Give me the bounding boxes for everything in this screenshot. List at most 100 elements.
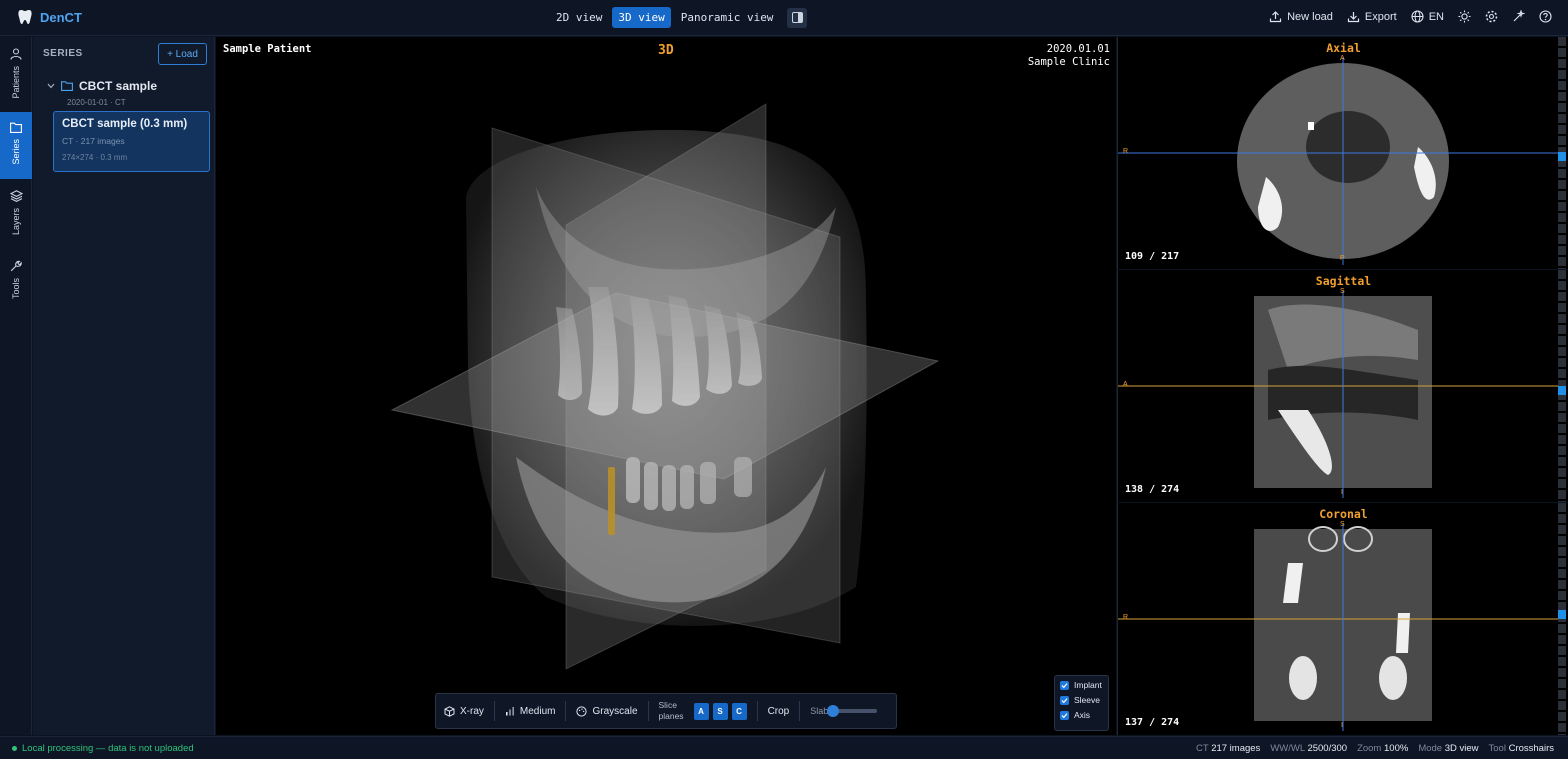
quality-button[interactable]: Medium [505, 706, 555, 717]
plane-a-toggle[interactable]: A [693, 702, 709, 720]
axial-slice-image[interactable] [1118, 37, 1568, 269]
status-dot-icon [12, 745, 17, 751]
brand[interactable]: DenCT [18, 9, 82, 25]
coronal-orient-bottom: I [1341, 722, 1343, 729]
status-tool-value: Crosshairs [1508, 742, 1554, 754]
axial-slice-count: 109 / 217 [1125, 251, 1180, 262]
status-bar: Local processing — data is not uploaded … [0, 736, 1568, 759]
implant-checkbox[interactable]: Implant [1060, 680, 1103, 690]
theme-toggle-button[interactable] [1458, 10, 1471, 23]
coronal-right-mandible [1379, 656, 1407, 700]
rail-item-tools[interactable]: Tools [0, 257, 32, 305]
plane-s-toggle[interactable]: S [712, 702, 728, 720]
plane-c-toggle[interactable]: C [731, 702, 747, 720]
status-ct: CT 217 images [1196, 743, 1260, 754]
coronal-title: Coronal [1319, 507, 1368, 521]
render-toolbar: X-ray Medium Grayscale Slice planes A S … [435, 693, 897, 729]
load-button[interactable]: + Load [158, 43, 207, 65]
status-zoom-label: Zoom [1357, 742, 1382, 754]
coronal-pane[interactable]: Coronal S I R L 137 / 274 [1117, 503, 1568, 735]
folder-icon [61, 81, 73, 91]
implant-checkbox-label: Implant [1074, 680, 1102, 690]
slab-slider-knob[interactable] [827, 705, 840, 717]
axial-scroll-thumb[interactable] [1558, 152, 1566, 161]
sagittal-pane[interactable]: Sagittal S I A P 138 / 274 [1117, 270, 1568, 502]
viewport-3d[interactable]: Sample Patient 3D 2020.01.01 Sample Clin… [216, 37, 1116, 735]
axial-orient-left: R [1123, 148, 1129, 155]
coronal-slice-scrollbar[interactable] [1558, 503, 1566, 735]
sagittal-scroll-thumb[interactable] [1558, 386, 1566, 395]
tab-2d-view[interactable]: 2D view [550, 7, 608, 28]
ai-button[interactable] [1512, 10, 1525, 23]
status-tool-label: Tool [1488, 742, 1506, 754]
status-mode-value: 3D view [1444, 742, 1479, 754]
toolbar-divider [799, 701, 801, 721]
check-icon [1060, 710, 1069, 720]
slice-plane-toggles: A S C [693, 702, 747, 720]
status-mode-label: Mode [1418, 742, 1443, 754]
help-button[interactable] [1539, 10, 1552, 23]
series-card[interactable]: CBCT sample (0.3 mm) CT · 217 images 274… [53, 111, 210, 172]
app-name: DenCT [40, 9, 82, 25]
slab-slider[interactable] [827, 705, 878, 717]
sagittal-slice-image[interactable] [1118, 270, 1568, 502]
globe-icon [1411, 10, 1424, 23]
patient-name: Sample Patient [223, 43, 312, 55]
split-layout-icon [791, 12, 803, 23]
tooth-logo-icon [18, 10, 32, 24]
status-ct-label: CT [1196, 742, 1209, 754]
implant-marker[interactable] [608, 467, 615, 535]
volume-render[interactable] [216, 37, 1116, 735]
folder-icon [10, 122, 22, 133]
rail-item-patients[interactable]: Patients [0, 45, 32, 107]
view-tabs: 2D view 3D view Panoramic view [550, 7, 808, 28]
status-wwwl-value: 2500/300 [1307, 742, 1348, 754]
rail-item-series[interactable]: Series [0, 112, 32, 179]
series-card-title: CBCT sample (0.3 mm) [62, 118, 188, 130]
toolbar-divider [647, 701, 649, 721]
tab-3d-view[interactable]: 3D view [612, 7, 671, 28]
settings-button[interactable] [1485, 10, 1498, 23]
export-button[interactable]: Export [1347, 10, 1397, 23]
local-processing-text: Local processing — data is not uploaded [22, 742, 194, 754]
tab-panoramic-view[interactable]: Panoramic view [675, 7, 780, 28]
series-card-dimensions: 274×274 · 0.3 mm [62, 153, 128, 162]
axial-pane[interactable]: Axial A P R L 109 / 217 [1117, 37, 1568, 269]
sparkle-icon [1513, 10, 1525, 22]
language-button[interactable]: EN [1411, 10, 1444, 23]
series-group-row[interactable]: CBCT sample [47, 79, 157, 93]
new-load-button[interactable]: New load [1269, 10, 1333, 23]
rail-label-tools: Tools [11, 278, 21, 300]
coronal-scroll-thumb[interactable] [1558, 610, 1566, 619]
coronal-orient-top: S [1340, 521, 1345, 528]
rail-item-layers[interactable]: Layers [0, 187, 32, 243]
axial-tooth [1308, 122, 1314, 130]
person-icon [10, 48, 22, 60]
slice-planes-label-line1: Slice [658, 700, 677, 710]
axis-checkbox-label: Axis [1074, 710, 1091, 720]
axial-title: Axial [1326, 41, 1361, 55]
status-mode: Mode 3D view [1418, 743, 1478, 754]
status-readouts: CT 217 images WW/WL 2500/300 Zoom 100% M… [1196, 743, 1554, 754]
rail-label-series: Series [11, 139, 21, 165]
app-root: DenCT 2D view 3D view Panoramic view New… [0, 0, 1568, 759]
cube-icon [444, 705, 455, 717]
sagittal-slice-count: 138 / 274 [1125, 484, 1180, 495]
crop-button[interactable]: Crop [768, 706, 790, 717]
axis-checkbox[interactable]: Axis [1060, 710, 1103, 720]
sagittal-orient-left: A [1123, 381, 1128, 388]
check-icon [1060, 695, 1069, 705]
series-panel: SERIES + Load CBCT sample 2020-01-01 · C… [33, 37, 215, 735]
colormap-label: Grayscale [592, 705, 638, 717]
clinic-name: Sample Clinic [1027, 56, 1110, 68]
language-label: EN [1428, 10, 1444, 23]
layers-icon [9, 190, 23, 202]
layout-toggle-button[interactable] [787, 7, 808, 28]
rail-label-layers: Layers [11, 208, 21, 236]
xray-render-button[interactable]: X-ray [444, 706, 484, 717]
toolbar-divider [493, 701, 495, 721]
sleeve-checkbox[interactable]: Sleeve [1060, 695, 1103, 705]
coronal-slice-image[interactable] [1118, 503, 1568, 735]
colormap-button[interactable]: Grayscale [576, 705, 638, 717]
overlay-checkboxes: Implant Sleeve Axis [1054, 675, 1109, 731]
